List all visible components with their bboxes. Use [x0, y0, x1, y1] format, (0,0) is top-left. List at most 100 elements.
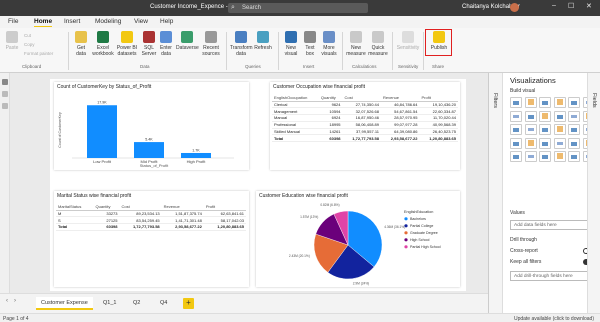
tab-q4[interactable]: Q4 — [155, 297, 172, 310]
prev-page-icon[interactable]: ‹ — [6, 298, 8, 304]
copy-button[interactable]: Copy — [24, 42, 35, 47]
col-revenue[interactable]: Revenue — [381, 94, 420, 102]
table-cell: Manual — [272, 114, 319, 122]
table-row[interactable]: Clerical 9624 27,74,350.44 46,84,786.64 19,1… — [272, 101, 458, 109]
occupation-table-visual[interactable]: Customer Occupation wise financial profi… — [270, 82, 460, 170]
quick-measure-button[interactable]: Quick measure — [368, 31, 388, 57]
update-notice[interactable]: Update available (click to download) — [514, 316, 594, 322]
scatter-icon[interactable] — [568, 110, 580, 122]
more-visuals-button[interactable]: More visuals — [320, 31, 338, 57]
occupation-table: EnglishOccupation Quantity Cost Revenue … — [272, 94, 458, 143]
python-visual-icon[interactable] — [524, 151, 537, 162]
filters-pane-tab[interactable]: Filters — [489, 73, 503, 313]
map-icon[interactable] — [539, 124, 551, 135]
fields-pane-tab[interactable]: Fields — [587, 73, 600, 313]
recent-sources-button[interactable]: Recent sources — [200, 31, 222, 57]
funnel-icon[interactable] — [568, 124, 580, 135]
combo-chart-icon[interactable] — [524, 110, 537, 122]
minimize-icon[interactable]: – — [552, 2, 556, 9]
table-row[interactable]: M 33273 89,23,534.13 1,51,87,375.74 62,63,84… — [56, 210, 246, 218]
close-icon[interactable]: ✕ — [586, 2, 592, 10]
multi-row-card-icon[interactable] — [524, 137, 537, 149]
decomposition-tree-icon[interactable] — [553, 151, 566, 162]
excel-button[interactable]: Excel workbook — [92, 31, 114, 57]
area-chart-icon[interactable] — [510, 110, 522, 122]
enter-data-button[interactable]: Enter data — [158, 31, 174, 57]
sensitivity-button[interactable]: Sensitivity — [396, 31, 420, 51]
search-box[interactable]: ⌕ Search — [228, 3, 368, 13]
table-row[interactable]: Manual 6924 16,87,950.46 28,57,970.95 11,70,… — [272, 114, 458, 122]
col-profit[interactable]: Profit — [419, 94, 458, 102]
tab-q1-1[interactable]: Q1_1 — [98, 297, 121, 310]
table-cell: 22,60,334.87 — [419, 107, 458, 116]
key-influencers-icon[interactable] — [539, 151, 551, 162]
transform-data-button[interactable]: Transform data — [230, 31, 253, 57]
get-data-button[interactable]: Get data — [72, 31, 90, 57]
col-quantity[interactable]: Quantity — [318, 94, 343, 102]
table-row[interactable]: S 27125 83,54,259.45 1,41,71,301.48 58,17,04… — [56, 216, 246, 225]
format-painter-button[interactable]: Format painter — [24, 51, 53, 56]
new-measure-label: New measure — [346, 45, 366, 57]
menu-help[interactable]: Help — [160, 18, 173, 25]
tab-customer-expense[interactable]: Customer Expense — [36, 297, 93, 310]
col-marital-status[interactable]: MaritalStatus — [56, 203, 94, 211]
filled-map-icon[interactable] — [553, 124, 566, 135]
donut-icon[interactable] — [510, 124, 522, 135]
col-profit[interactable]: Profit — [203, 203, 246, 211]
maximize-icon[interactable]: ☐ — [568, 2, 574, 10]
clustered-column-icon[interactable] — [553, 97, 566, 108]
menu-file[interactable]: File — [8, 18, 18, 25]
new-visual-button[interactable]: New visual — [282, 31, 300, 57]
col-occupation[interactable]: EnglishOccupation — [272, 94, 319, 102]
table-icon[interactable] — [568, 137, 580, 149]
data-view-icon[interactable] — [2, 91, 8, 97]
col-revenue[interactable]: Revenue — [161, 203, 204, 211]
values-well[interactable]: Add data fields here — [510, 220, 595, 230]
table-row[interactable]: Management 10594 32,07,526.68 54,67,861.54 2… — [272, 107, 458, 116]
model-view-icon[interactable] — [2, 103, 8, 109]
next-page-icon[interactable]: › — [14, 298, 16, 304]
kpi-icon[interactable] — [539, 137, 551, 149]
ribbon-chart-icon[interactable] — [539, 110, 551, 122]
cut-button[interactable]: Cut — [24, 33, 31, 38]
refresh-button[interactable]: Refresh — [254, 31, 272, 51]
clustered-bar-icon[interactable] — [539, 97, 551, 108]
menu-home[interactable]: Home — [34, 18, 53, 27]
percent-bar-icon[interactable] — [568, 97, 580, 108]
menu-view[interactable]: View — [134, 18, 148, 25]
enter-data-label: Enter data — [160, 45, 172, 57]
waterfall-icon[interactable] — [553, 110, 566, 122]
new-measure-button[interactable]: New measure — [346, 31, 366, 57]
drill-through-well[interactable]: Add drill-through fields here — [510, 271, 595, 281]
tab-q2[interactable]: Q2 — [128, 297, 145, 310]
text-box-button[interactable]: Text box — [302, 31, 318, 57]
menu-insert[interactable]: Insert — [64, 18, 80, 25]
slicer-icon[interactable] — [553, 137, 566, 149]
stacked-column-icon[interactable] — [524, 97, 537, 108]
marital-table-visual[interactable]: Marital Status wise financial profit Mar… — [54, 191, 249, 287]
col-cost[interactable]: Cost — [119, 203, 162, 211]
legend-marker — [404, 245, 408, 249]
add-page-button[interactable]: + — [183, 298, 194, 309]
report-view-icon[interactable] — [2, 79, 8, 85]
sql-server-button[interactable]: SQL Server — [140, 31, 158, 57]
powerbi-datasets-button[interactable]: Power BI datasets — [116, 31, 138, 57]
card-icon[interactable] — [510, 137, 522, 149]
r-visual-icon[interactable] — [510, 151, 522, 162]
col-cost[interactable]: Cost — [342, 94, 381, 102]
education-pie-visual[interactable]: Customer Education wise financial profit… — [256, 191, 460, 287]
stacked-bar-icon[interactable] — [510, 97, 522, 108]
powerbi-label: Power BI datasets — [116, 45, 138, 57]
qa-icon[interactable] — [568, 151, 580, 162]
table-row[interactable]: Professional 18995 58,06,408.89 99,07,977.2… — [272, 121, 458, 129]
publish-highlight — [425, 29, 452, 56]
menu-modeling[interactable]: Modeling — [95, 18, 121, 25]
avatar[interactable] — [510, 3, 519, 12]
treemap-icon[interactable] — [524, 124, 537, 135]
col-quantity[interactable]: Quantity — [93, 203, 120, 211]
dataverse-button[interactable]: Dataverse — [176, 31, 199, 51]
paste-button[interactable]: Paste — [4, 31, 20, 51]
legend-marker — [404, 224, 408, 228]
bar-chart-visual[interactable]: Count of CustomerKey by Status_of_Profit… — [54, 82, 249, 170]
table-row[interactable]: Skilled Manual 14261 37,99,557.11 64,39,080… — [272, 128, 458, 136]
